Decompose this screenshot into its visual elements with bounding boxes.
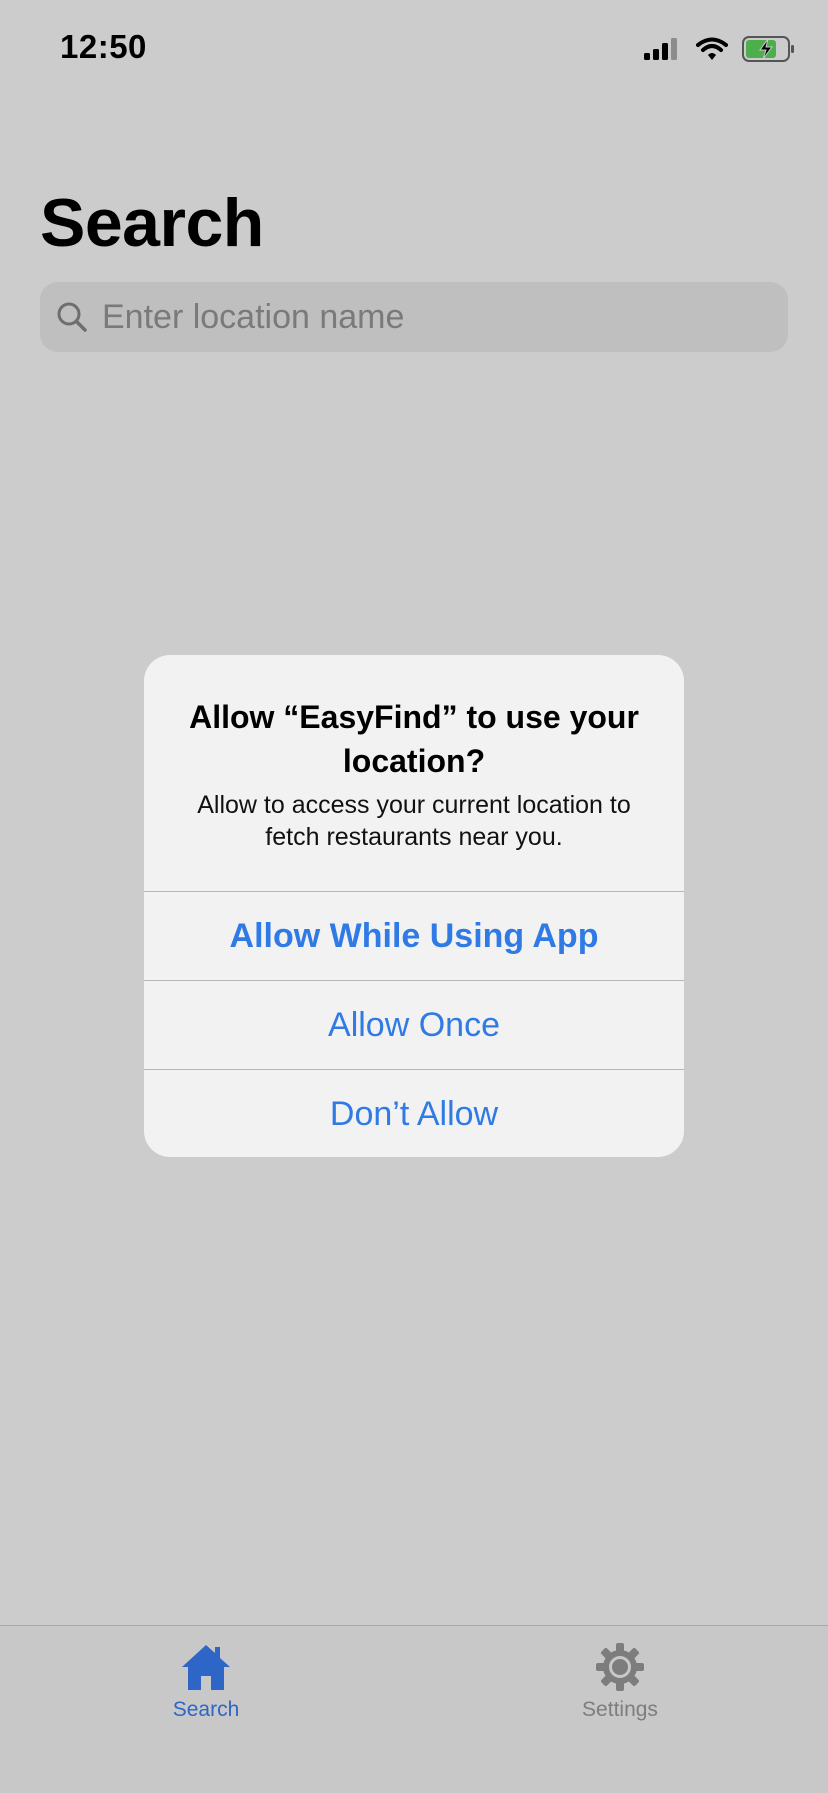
tab-search[interactable]: Search bbox=[126, 1640, 286, 1722]
tab-search-label: Search bbox=[172, 1698, 240, 1721]
search-bar[interactable] bbox=[40, 282, 788, 352]
search-icon bbox=[54, 299, 90, 335]
tab-settings-label: Settings bbox=[582, 1698, 658, 1721]
status-time: 12:50 bbox=[60, 28, 147, 65]
page-title: Search bbox=[40, 185, 264, 261]
gear-icon bbox=[592, 1640, 648, 1694]
battery-charging-icon bbox=[742, 36, 796, 67]
allow-once-button[interactable]: Allow Once bbox=[144, 980, 684, 1069]
location-permission-alert: Allow “EasyFind” to use your location? A… bbox=[144, 655, 684, 1157]
status-bar: 12:50 bbox=[0, 0, 828, 100]
tab-settings[interactable]: Settings bbox=[540, 1640, 700, 1722]
tab-bar: Search Settings bbox=[0, 1625, 828, 1793]
status-icons bbox=[644, 36, 796, 67]
allow-while-using-app-button[interactable]: Allow While Using App bbox=[144, 891, 684, 980]
search-input[interactable] bbox=[102, 297, 762, 337]
cellular-signal-icon bbox=[644, 37, 682, 66]
home-icon bbox=[178, 1640, 234, 1694]
alert-title: Allow “EasyFind” to use your location? bbox=[189, 699, 639, 779]
alert-header: Allow “EasyFind” to use your location? A… bbox=[144, 655, 684, 891]
dont-allow-button[interactable]: Don’t Allow bbox=[144, 1069, 684, 1157]
wifi-icon bbox=[696, 37, 728, 66]
alert-message: Allow to access your current location to… bbox=[197, 791, 631, 851]
